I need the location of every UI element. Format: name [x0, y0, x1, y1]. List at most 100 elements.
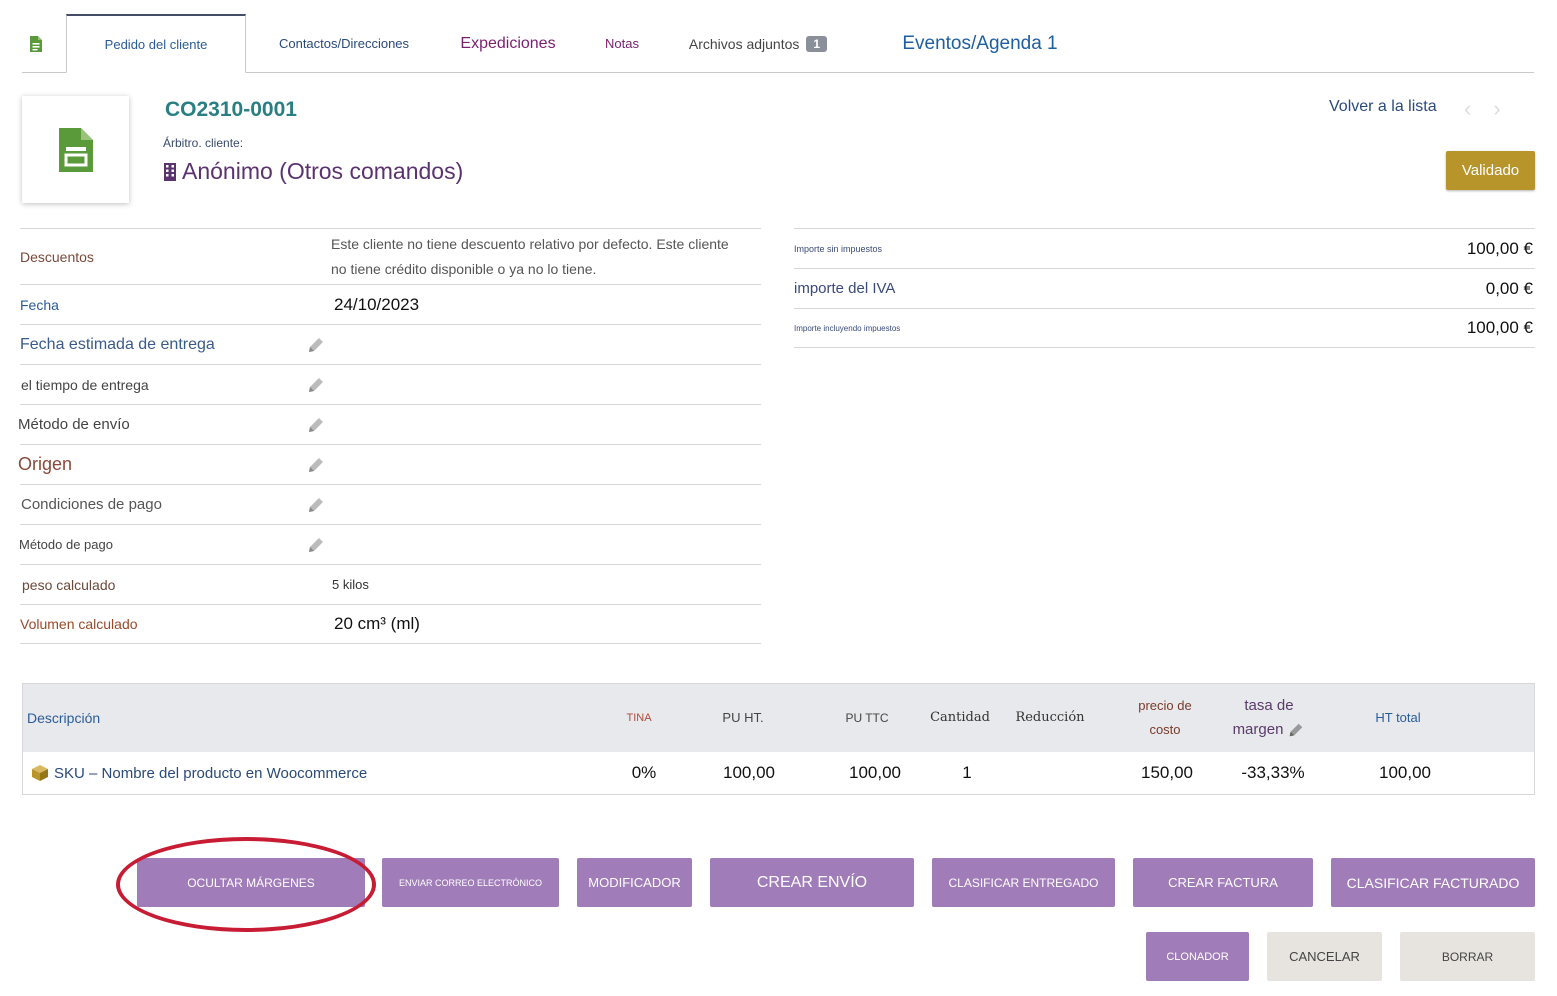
tab-notas[interactable]: Notas: [594, 14, 650, 73]
field-row-condiciones-pago: Condiciones de pago: [20, 484, 761, 524]
record-navigation: ‹›: [1464, 96, 1523, 122]
create-shipment-button[interactable]: CREAR ENVÍO: [710, 858, 914, 907]
pencil-icon[interactable]: [306, 325, 326, 364]
total-row-iva: importe del IVA 0,00 €: [794, 268, 1535, 308]
pencil-icon[interactable]: [306, 485, 326, 524]
tab-label: Expediciones: [460, 34, 556, 52]
modify-button[interactable]: MODIFICADOR: [577, 858, 692, 907]
field-row-origen: Origen: [18, 444, 761, 484]
send-email-button[interactable]: ENVIAR CORREO ELECTRÓNICO: [382, 858, 559, 907]
attachments-count-badge: 1: [806, 35, 828, 52]
chevron-right-icon[interactable]: ›: [1493, 96, 1522, 121]
box-icon: [32, 765, 48, 781]
back-to-list-link[interactable]: Volver a la lista: [1329, 98, 1437, 116]
field-row-fecha-entrega: Fecha estimada de entrega: [20, 324, 761, 364]
document-icon: [58, 127, 93, 172]
field-label: Fecha estimada de entrega: [20, 335, 215, 353]
delete-button[interactable]: BORRAR: [1400, 932, 1535, 981]
hide-margins-button[interactable]: OCULTAR MÁRGENES: [137, 858, 365, 907]
pencil-icon[interactable]: [306, 445, 326, 484]
classify-billed-button[interactable]: CLASIFICAR FACTURADO: [1331, 858, 1535, 907]
field-row-tiempo-entrega: el tiempo de entrega: [20, 364, 761, 404]
pencil-icon[interactable]: [1287, 721, 1305, 739]
total-value: 0,00 €: [1485, 278, 1533, 298]
column-header-ht-total[interactable]: HT total: [1363, 684, 1433, 752]
total-value: 100,00 €: [1466, 238, 1533, 258]
chevron-left-icon[interactable]: ‹: [1464, 96, 1493, 121]
document-icon: [30, 35, 42, 52]
pencil-icon[interactable]: [306, 405, 326, 444]
cell-tina: 0%: [631, 763, 657, 782]
tab-label: Notas: [605, 36, 639, 51]
field-label: el tiempo de entrega: [21, 376, 149, 393]
cell-pu-ht: 100,00: [723, 763, 775, 782]
order-thumbnail: [22, 96, 129, 203]
column-header-cantidad[interactable]: Cantidad: [925, 684, 995, 752]
field-row-fecha: Fecha 24/10/2023: [20, 284, 761, 324]
tab-contactos[interactable]: Contactos/Direcciones: [266, 14, 422, 73]
company-name[interactable]: Anónimo (Otros comandos): [163, 158, 463, 185]
cancel-button[interactable]: CANCELAR: [1267, 932, 1382, 981]
tab-order-icon[interactable]: [22, 14, 50, 73]
building-icon: [164, 162, 176, 181]
header-line: margen: [1232, 721, 1284, 738]
create-invoice-button[interactable]: CREAR FACTURA: [1133, 858, 1313, 907]
total-label: importe del IVA: [794, 280, 896, 297]
field-label: Método de pago: [19, 537, 113, 552]
field-label: Fecha: [20, 296, 59, 313]
header-line: tasa de: [1244, 697, 1294, 714]
field-label: Condiciones de pago: [21, 496, 162, 513]
tab-label: Contactos/Direcciones: [278, 36, 410, 51]
column-header-pu-ht[interactable]: PU HT.: [713, 684, 773, 752]
field-label: peso calculado: [22, 576, 116, 593]
column-header-tasa-margen[interactable]: tasa de margen: [1223, 684, 1315, 752]
header-line: costo: [1149, 722, 1181, 737]
total-label: Importe incluyendo impuestos: [794, 323, 901, 333]
field-row-descuentos: Descuentos Este cliente no tiene descuen…: [20, 228, 761, 284]
tab-label: Archivos adjuntos: [688, 35, 800, 52]
column-header-tina[interactable]: TINA: [619, 684, 659, 752]
table-row: SKU – Nombre del producto en Woocommerce…: [23, 752, 1534, 794]
total-row-sin-impuestos: Importe sin impuestos 100,00 €: [794, 228, 1535, 268]
field-row-volumen: Volumen calculado 20 cm³ (ml): [20, 604, 761, 644]
table-header: Descripción TINA PU HT. PU TTC Cantidad …: [23, 684, 1534, 752]
field-row-peso: peso calculado 5 kilos: [20, 564, 761, 604]
tab-archivos[interactable]: Archivos adjuntos 1: [678, 14, 838, 73]
tab-pedido-cliente[interactable]: Pedido del cliente: [66, 14, 246, 73]
header-line-with-icon: margen: [1233, 718, 1306, 742]
status-badge: Validado: [1446, 151, 1535, 190]
tab-expediciones[interactable]: Expediciones: [450, 14, 566, 73]
field-value: Este cliente no tiene descuento relativo…: [331, 235, 729, 277]
product-label: SKU – Nombre del producto en Woocommerce: [54, 764, 368, 782]
header-line: precio de: [1138, 698, 1192, 713]
pencil-icon[interactable]: [306, 365, 326, 404]
clone-button[interactable]: CLONADOR: [1146, 932, 1249, 981]
field-value: 24/10/2023: [334, 294, 420, 314]
customer-ref-label: Árbitro. cliente:: [163, 136, 244, 150]
classify-delivered-button[interactable]: CLASIFICAR ENTREGADO: [932, 858, 1115, 907]
column-header-reduccion[interactable]: Reducción: [1013, 684, 1087, 752]
total-value: 100,00 €: [1466, 318, 1533, 337]
field-row-metodo-pago: Método de pago: [19, 524, 761, 564]
cell-tasa-margen: -33,33%: [1241, 763, 1305, 782]
cell-ht-total: 100,00: [1379, 763, 1431, 782]
product-description[interactable]: SKU – Nombre del producto en Woocommerce: [31, 752, 367, 794]
cell-cantidad: 1: [962, 763, 972, 782]
column-header-descripcion[interactable]: Descripción: [27, 684, 100, 752]
company-label: Anónimo (Otros comandos): [182, 158, 464, 184]
total-row-con-impuestos: Importe incluyendo impuestos 100,00 €: [794, 308, 1535, 348]
cell-precio-costo: 150,00: [1141, 763, 1193, 782]
cell-pu-ttc: 100,00: [849, 763, 901, 782]
tab-eventos[interactable]: Eventos/Agenda 1: [880, 14, 1080, 73]
field-label: Volumen calculado: [20, 616, 138, 632]
tab-bar: Pedido del cliente Contactos/Direcciones…: [22, 14, 1534, 73]
field-value: 20 cm³ (ml): [334, 614, 420, 633]
column-header-precio-costo[interactable]: precio de costo: [1129, 684, 1201, 752]
pencil-icon[interactable]: [306, 525, 326, 564]
order-fields: Descuentos Este cliente no tiene descuen…: [18, 228, 761, 644]
tab-label: Eventos/Agenda 1: [902, 32, 1058, 54]
order-reference: CO2310-0001: [165, 98, 297, 121]
field-value: 5 kilos: [332, 577, 369, 592]
column-header-pu-ttc[interactable]: PU TTC: [837, 684, 897, 752]
order-totals: Importe sin impuestos 100,00 € importe d…: [794, 228, 1535, 348]
